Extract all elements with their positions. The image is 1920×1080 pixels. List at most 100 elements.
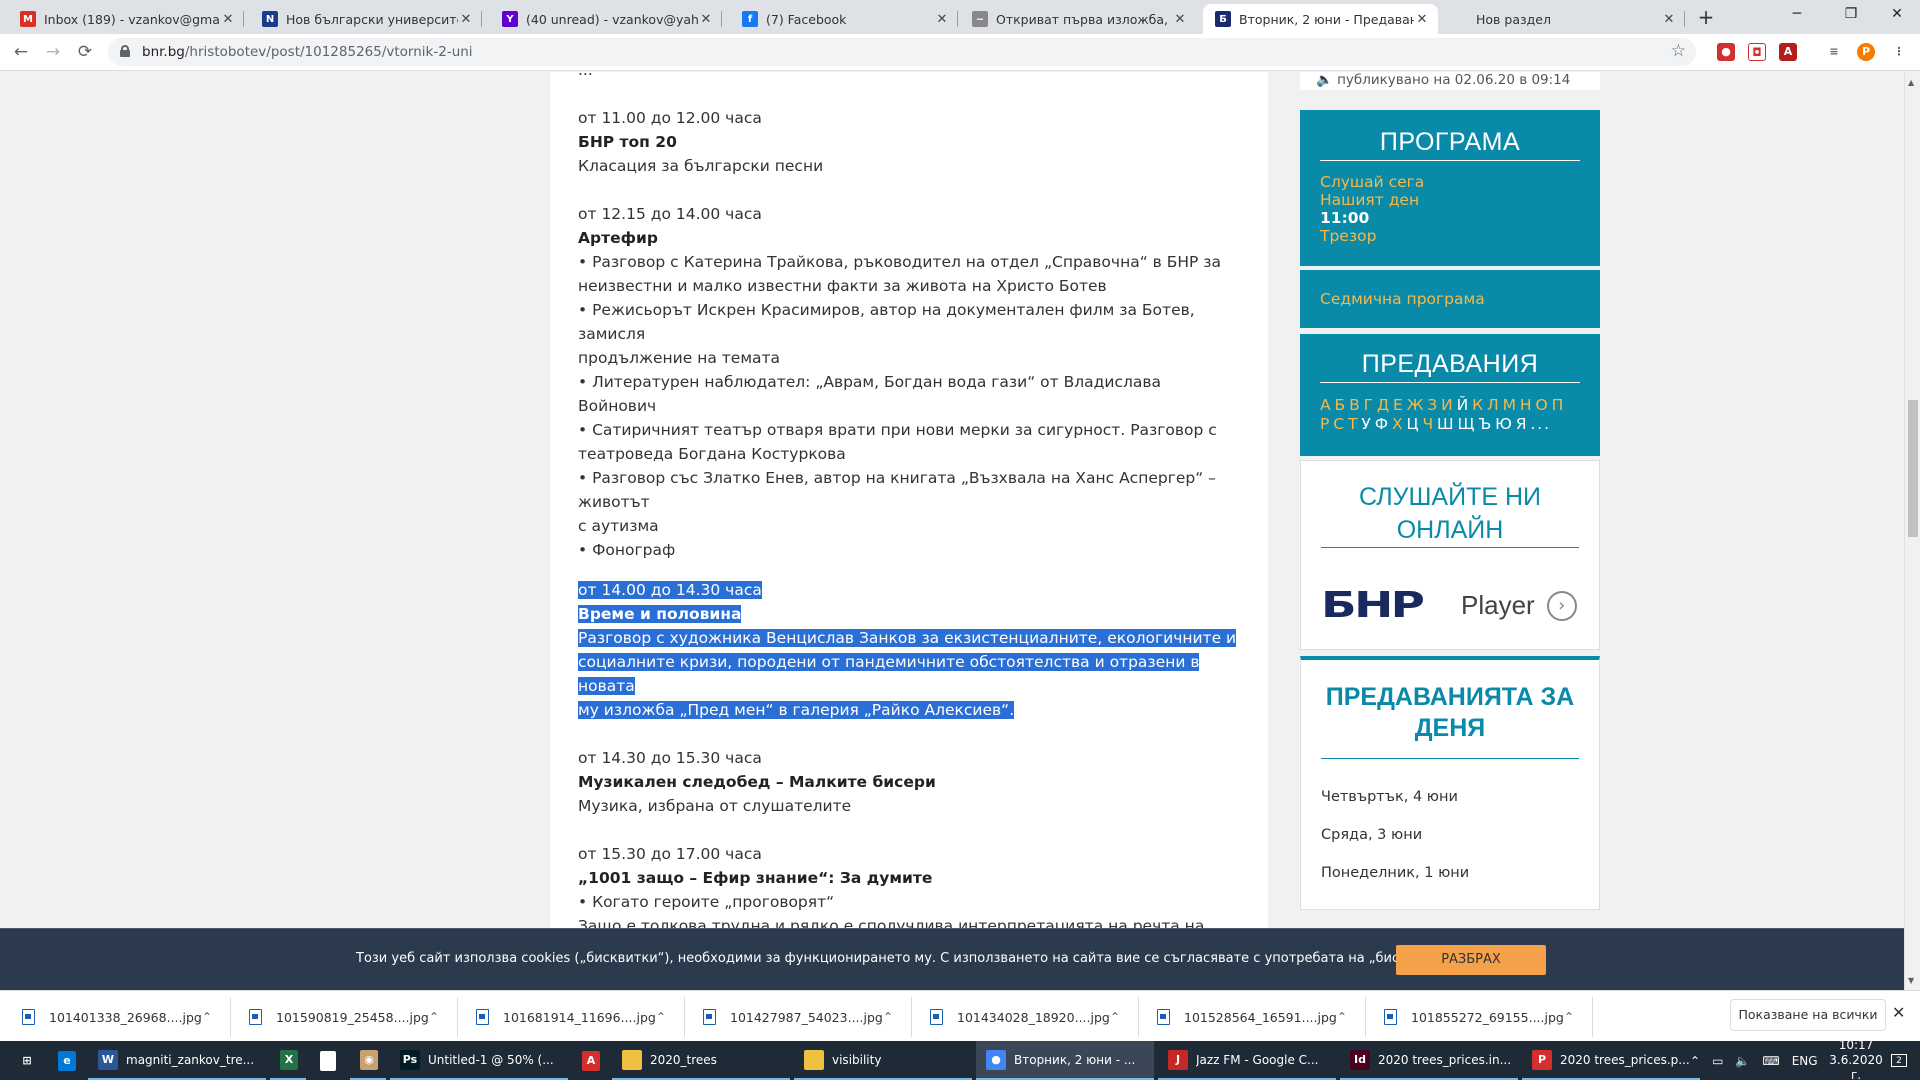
alphabet-letter[interactable]: М (1503, 396, 1518, 414)
alphabet-letter[interactable]: Ж (1407, 396, 1426, 414)
close-tab-icon[interactable]: ✕ (1414, 12, 1430, 27)
tab-6[interactable]: Б Вторник, 2 юни - Предаванията✕ (1203, 4, 1438, 34)
alphabet-letter[interactable]: Р (1320, 415, 1331, 433)
close-tab-icon[interactable]: ✕ (458, 12, 474, 27)
chevron-up-icon[interactable]: ⌃ (1564, 1010, 1574, 1024)
taskbar-item[interactable]: ◉ (350, 1041, 386, 1080)
scroll-up-arrow[interactable]: ▲ (1908, 78, 1914, 87)
alphabet-letter[interactable]: С (1333, 415, 1346, 433)
alphabet-letter[interactable]: Т (1348, 415, 1359, 433)
menu-kebab-icon[interactable]: ⋮ (1890, 43, 1908, 61)
close-tab-icon[interactable]: ✕ (934, 12, 950, 27)
alphabet-letter[interactable]: Я (1516, 415, 1529, 433)
taskbar-item[interactable]: Id 2020 trees_prices.in... (1340, 1041, 1518, 1080)
close-tab-icon[interactable]: ✕ (220, 12, 236, 27)
minimize-button[interactable]: ─ (1774, 0, 1820, 30)
taskbar-item[interactable]: J Jazz FM - Google C... (1158, 1041, 1336, 1080)
alphabet-letter[interactable]: П (1552, 396, 1566, 414)
weekly-program-link[interactable]: Седмична програма (1320, 290, 1485, 308)
chevron-up-icon[interactable]: ⌃ (656, 1010, 666, 1024)
new-tab-button[interactable]: + (1692, 5, 1720, 31)
tab-3[interactable]: Y (40 unread) - vzankov@yahoo.com✕ (490, 4, 722, 34)
alphabet-letter[interactable]: Ч (1422, 415, 1435, 433)
page-scrollbar[interactable]: ▲ ▼ (1904, 72, 1920, 990)
alphabet-letter[interactable]: Л (1487, 396, 1501, 414)
forward-button[interactable]: → (40, 40, 66, 66)
close-tab-icon[interactable]: ✕ (1172, 12, 1188, 27)
download-item[interactable]: 101855272_69155....jpg ⌃ (1384, 997, 1604, 1037)
weekly-program-box[interactable]: Седмична програма (1300, 270, 1600, 328)
reload-button[interactable]: ⟳ (72, 40, 98, 66)
bnr-player-link[interactable]: БНР Player › (1321, 585, 1577, 626)
taskbar-item[interactable] (310, 1041, 346, 1080)
taskbar-item[interactable]: ● Вторник, 2 юни - ... (976, 1041, 1154, 1080)
chevron-up-icon[interactable]: ⌃ (1110, 1010, 1120, 1024)
alphabet-letter[interactable]: Ш (1437, 415, 1455, 433)
chevron-up-icon[interactable]: ⌃ (1690, 1054, 1700, 1068)
network-icon[interactable]: ▭ (1712, 1054, 1723, 1068)
taskbar-item[interactable]: e (48, 1041, 84, 1080)
back-button[interactable]: ← (8, 40, 34, 66)
chevron-up-icon[interactable]: ⌃ (1337, 1010, 1347, 1024)
chevron-up-icon[interactable]: ⌃ (202, 1010, 212, 1024)
download-item[interactable]: 101590819_25458....jpg ⌃ (249, 997, 469, 1037)
download-item[interactable]: 101681914_11696....jpg ⌃ (476, 997, 696, 1037)
address-url[interactable]: bnr.bg/hristobotev/post/101285265/vtorni… (142, 44, 473, 60)
current-show-link[interactable]: Нашият ден (1320, 191, 1424, 209)
alphabet-letter[interactable]: Н (1520, 396, 1534, 414)
cookie-accept-button[interactable]: РАЗБРАХ (1396, 945, 1546, 975)
listen-now-link[interactable]: Слушай сега (1320, 173, 1424, 191)
download-item[interactable]: 101427987_54023....jpg ⌃ (703, 997, 923, 1037)
maximize-button[interactable]: ❐ (1828, 0, 1874, 30)
alphabet-letter[interactable]: У (1361, 415, 1372, 433)
taskbar-item[interactable]: X (270, 1041, 306, 1080)
alphabet-letter[interactable]: ... (1530, 415, 1550, 433)
scroll-down-arrow[interactable]: ▼ (1908, 976, 1914, 985)
alphabet-letter[interactable]: Д (1377, 396, 1391, 414)
treasury-link[interactable]: Трезор (1320, 227, 1424, 245)
alphabet-letter[interactable]: Щ (1457, 415, 1476, 433)
alphabet-letter[interactable]: З (1427, 396, 1439, 414)
acrobat-extension-icon[interactable]: A (1779, 43, 1797, 61)
alphabet-letter[interactable]: Ф (1375, 415, 1390, 433)
alphabet-letter[interactable]: Е (1393, 396, 1405, 414)
alphabet-letter[interactable]: Ц (1407, 415, 1421, 433)
show-all-downloads-button[interactable]: Показване на всички (1730, 999, 1886, 1031)
taskbar-item[interactable]: Ps Untitled-1 @ 50% (... (390, 1041, 568, 1080)
alphabet-letter[interactable]: Й (1457, 396, 1471, 414)
taskbar-item[interactable]: visibility (794, 1041, 972, 1080)
taskbar-item[interactable]: 2020_trees (612, 1041, 790, 1080)
alphabet-letter[interactable]: И (1441, 396, 1455, 414)
tab-1[interactable]: M Inbox (189) - vzankov@gmail.com✕ (8, 4, 244, 34)
alphabet-letter[interactable]: В (1349, 396, 1362, 414)
download-item[interactable]: 101528564_16591....jpg ⌃ (1157, 997, 1377, 1037)
volume-icon[interactable]: 🔈 (1735, 1054, 1750, 1068)
taskbar-item[interactable]: P 2020 trees_prices.p... (1522, 1041, 1700, 1080)
close-window-button[interactable]: ✕ (1874, 0, 1920, 30)
alphabet-letter[interactable]: Г (1364, 396, 1375, 414)
media-control-icon[interactable]: ≡ (1825, 43, 1843, 61)
address-bar[interactable]: bnr.bg/hristobotev/post/101285265/vtorni… (108, 38, 1696, 66)
tab-7[interactable]: Нов раздел ✕ (1440, 4, 1685, 34)
alphabet-letter[interactable]: Б (1335, 396, 1348, 414)
close-tab-icon[interactable]: ✕ (698, 12, 714, 27)
tab-4[interactable]: f (7) Facebook ✕ (730, 4, 958, 34)
chevron-right-icon[interactable]: › (1546, 590, 1577, 621)
alphabet-letter[interactable]: Ю (1495, 415, 1514, 433)
taskbar-item[interactable]: ⊞ (8, 1041, 44, 1080)
clock[interactable]: 10:17 3.6.2020 г. (1826, 1038, 1886, 1080)
alphabet-letter[interactable]: Х (1392, 415, 1405, 433)
adblock-extension-icon[interactable]: ● (1717, 43, 1735, 61)
close-shelf-icon[interactable]: ✕ (1892, 1003, 1905, 1022)
alphabet-letter[interactable]: Ъ (1478, 415, 1493, 433)
day-link[interactable]: Четвъртък, 4 юни (1321, 788, 1469, 806)
pocket-extension-icon[interactable]: ◘ (1748, 43, 1766, 61)
language-indicator[interactable]: ENG (1792, 1054, 1818, 1068)
day-link[interactable]: Сряда, 3 юни (1321, 826, 1469, 844)
download-item[interactable]: 101434028_18920....jpg ⌃ (930, 997, 1150, 1037)
chevron-up-icon[interactable]: ⌃ (429, 1010, 439, 1024)
profile-avatar[interactable]: P (1857, 43, 1875, 61)
notification-icon[interactable]: 2 (1882, 1041, 1916, 1080)
scrollbar-thumb[interactable] (1908, 400, 1918, 537)
tab-2[interactable]: N Нов български университет ✕ (250, 4, 482, 34)
